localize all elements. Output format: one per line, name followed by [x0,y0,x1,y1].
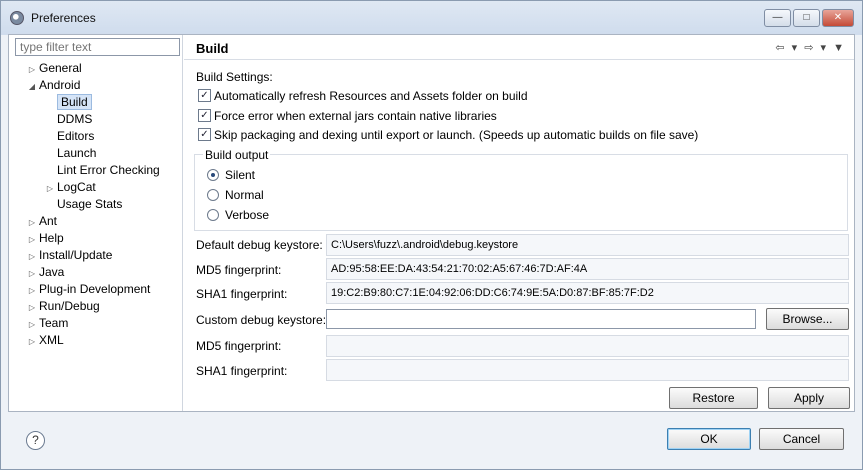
sidebar-item-label: Ant [39,214,58,228]
verbose-label: Verbose [225,208,270,222]
browse-button-label: Browse... [782,312,833,326]
browse-button[interactable]: Browse... [766,308,849,330]
preference-tree-pane: ▷General◢AndroidBuildDDMSEditorsLaunchLi… [9,35,183,411]
expand-arrow-icon[interactable]: ▷ [25,282,39,299]
md5-fingerprint-field: AD:95:58:EE:DA:43:54:21:70:02:A5:67:46:7… [326,258,849,280]
sidebar-item-lint-error-checking[interactable]: Lint Error Checking [43,162,160,179]
apply-label: Apply [793,391,825,405]
apply-button[interactable]: Apply [768,387,850,409]
custom-sha1-fingerprint-field [326,359,849,381]
sidebar-item-launch[interactable]: Launch [43,145,96,162]
default-keystore-label: Default debug keystore: [196,238,323,252]
sidebar-item-editors[interactable]: Editors [43,128,94,145]
expand-arrow-icon[interactable]: ▷ [25,265,39,282]
sidebar-item-label: General [39,61,82,75]
preferences-window: Preferences — □ ✕ ▷General◢AndroidBuildD… [0,0,863,470]
sidebar-item-help[interactable]: ▷ Help [25,230,64,247]
window-title: Preferences [31,11,96,25]
expand-arrow-icon[interactable]: ▷ [25,299,39,316]
sidebar-item-label: Lint Error Checking [57,163,160,177]
app-icon [10,11,24,25]
collapse-arrow-icon[interactable]: ◢ [25,78,39,95]
sidebar-item-label: Install/Update [39,248,113,262]
sidebar-item-usage-stats[interactable]: Usage Stats [43,196,122,213]
sidebar-item-label: Usage Stats [57,197,123,211]
sidebar-item-install-update[interactable]: ▷ Install/Update [25,247,112,264]
cancel-button[interactable]: Cancel [759,428,844,450]
sidebar-item-label: Android [39,78,81,92]
help-icon[interactable]: ? [26,431,45,450]
sidebar-item-run-debug[interactable]: ▷ Run/Debug [25,298,100,315]
filter-input[interactable] [15,38,180,56]
dialog-content: ▷General◢AndroidBuildDDMSEditorsLaunchLi… [8,34,855,425]
normal-label: Normal [225,188,264,202]
maximize-icon[interactable]: □ [793,9,820,27]
navigation-arrows-icon[interactable]: ⇦ ▾ ⇨ ▾ ▼ [775,41,846,54]
sha1-fingerprint-label: SHA1 fingerprint: [196,287,288,301]
close-icon[interactable]: ✕ [822,9,854,27]
expand-arrow-icon[interactable]: ▷ [25,61,39,78]
md5-fingerprint-label: MD5 fingerprint: [196,263,282,277]
expand-arrow-icon[interactable]: ▷ [25,214,39,231]
sidebar-item-label: Run/Debug [39,299,100,313]
title-bar: Preferences — □ ✕ [1,1,862,35]
default-keystore-field: C:\Users\fuzz\.android\debug.keystore [326,234,849,256]
sidebar-item-label: Editors [57,129,95,143]
ok-button[interactable]: OK [667,428,751,450]
build-page: Build ⇦ ▾ ⇨ ▾ ▼ Build Settings: ✓ Automa… [184,35,854,425]
sidebar-item-ant[interactable]: ▷ Ant [25,213,57,230]
force-error-label: Force error when external jars contain n… [214,109,497,123]
skip-packaging-label: Skip packaging and dexing until export o… [214,128,699,142]
page-header: Build ⇦ ▾ ⇨ ▾ ▼ [184,35,854,60]
build-settings-heading: Build Settings: [196,70,273,84]
auto-refresh-checkbox[interactable]: ✓ [198,89,211,102]
custom-keystore-input[interactable] [326,309,756,329]
page-title: Build [196,41,229,56]
sidebar-item-build[interactable]: Build [43,94,92,111]
sidebar-item-java[interactable]: ▷ Java [25,264,64,281]
expand-arrow-icon[interactable]: ▷ [25,248,39,265]
sidebar-item-ddms[interactable]: DDMS [43,111,92,128]
force-error-checkbox[interactable]: ✓ [198,109,211,122]
cancel-label: Cancel [782,432,821,446]
build-output-title: Build output [203,148,271,162]
sha1-fingerprint-field: 19:C2:B9:80:C7:1E:04:92:06:DD:C6:74:9E:5… [326,282,849,304]
verbose-radio[interactable] [207,209,219,221]
sidebar-item-plug-in-development[interactable]: ▷ Plug-in Development [25,281,150,298]
custom-md5-fingerprint-label: MD5 fingerprint: [196,339,282,353]
sidebar-item-xml[interactable]: ▷ XML [25,332,64,349]
silent-radio[interactable] [207,169,219,181]
expand-arrow-icon[interactable]: ▷ [25,231,39,248]
restore-defaults-button[interactable]: Restore Defaults [669,387,758,425]
sidebar-item-label: DDMS [57,112,93,126]
sidebar-item-label: Help [39,231,64,245]
sidebar-item-label: LogCat [57,180,96,194]
skip-packaging-checkbox[interactable]: ✓ [198,128,211,141]
sidebar-item-label: Build [57,94,92,110]
dialog-footer: ? OK Cancel [1,413,862,469]
silent-label: Silent [225,168,256,182]
custom-sha1-fingerprint-label: SHA1 fingerprint: [196,364,288,378]
sidebar-item-label: XML [39,333,64,347]
custom-md5-fingerprint-field [326,335,849,357]
build-output-group: Build output Silent Normal Verbose [194,148,848,231]
expand-arrow-icon[interactable]: ▷ [25,316,39,333]
ok-label: OK [700,432,718,446]
expand-arrow-icon[interactable]: ▷ [25,333,39,350]
normal-radio[interactable] [207,189,219,201]
sidebar-item-android[interactable]: ◢ Android [25,77,80,94]
custom-keystore-label: Custom debug keystore: [196,313,327,327]
sidebar-item-label: Launch [57,146,97,160]
minimize-icon[interactable]: — [764,9,791,27]
expand-arrow-icon[interactable]: ▷ [43,180,57,197]
sidebar-item-logcat[interactable]: ▷ LogCat [43,179,96,196]
sidebar-item-label: Java [39,265,65,279]
auto-refresh-label: Automatically refresh Resources and Asse… [214,89,528,103]
sidebar-item-general[interactable]: ▷ General [25,60,82,77]
sidebar-item-label: Plug-in Development [39,282,151,296]
sidebar-item-team[interactable]: ▷ Team [25,315,68,332]
sidebar-item-label: Team [39,316,69,330]
